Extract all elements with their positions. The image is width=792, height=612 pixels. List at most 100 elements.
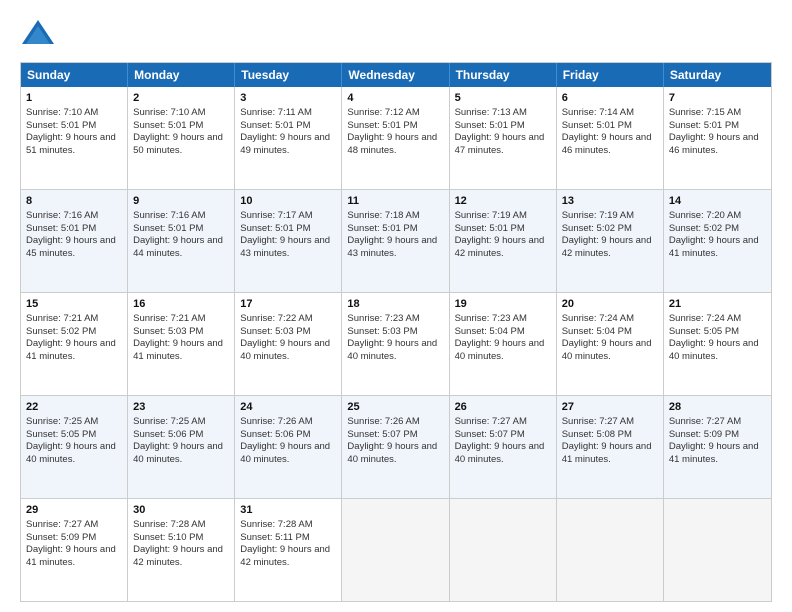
cell-info: Sunrise: 7:25 AMSunset: 5:06 PMDaylight:… (133, 416, 223, 465)
day-number: 4 (347, 91, 443, 106)
empty-cell (664, 499, 771, 601)
cell-info: Sunrise: 7:24 AMSunset: 5:04 PMDaylight:… (562, 313, 652, 362)
day-cell-14: 14 Sunrise: 7:20 AMSunset: 5:02 PMDaylig… (664, 190, 771, 292)
day-number: 10 (240, 194, 336, 209)
day-number: 29 (26, 503, 122, 518)
cell-info: Sunrise: 7:10 AMSunset: 5:01 PMDaylight:… (133, 107, 223, 156)
empty-cell (557, 499, 664, 601)
cell-info: Sunrise: 7:12 AMSunset: 5:01 PMDaylight:… (347, 107, 437, 156)
day-cell-7: 7 Sunrise: 7:15 AMSunset: 5:01 PMDayligh… (664, 87, 771, 189)
day-number: 31 (240, 503, 336, 518)
day-number: 1 (26, 91, 122, 106)
day-number: 19 (455, 297, 551, 312)
cell-info: Sunrise: 7:16 AMSunset: 5:01 PMDaylight:… (26, 210, 116, 259)
day-cell-5: 5 Sunrise: 7:13 AMSunset: 5:01 PMDayligh… (450, 87, 557, 189)
calendar-row-2: 8 Sunrise: 7:16 AMSunset: 5:01 PMDayligh… (21, 189, 771, 292)
cell-info: Sunrise: 7:22 AMSunset: 5:03 PMDaylight:… (240, 313, 330, 362)
weekday-header-thursday: Thursday (450, 63, 557, 87)
cell-info: Sunrise: 7:23 AMSunset: 5:03 PMDaylight:… (347, 313, 437, 362)
cell-info: Sunrise: 7:26 AMSunset: 5:07 PMDaylight:… (347, 416, 437, 465)
day-number: 22 (26, 400, 122, 415)
day-number: 2 (133, 91, 229, 106)
day-number: 26 (455, 400, 551, 415)
day-cell-15: 15 Sunrise: 7:21 AMSunset: 5:02 PMDaylig… (21, 293, 128, 395)
day-cell-4: 4 Sunrise: 7:12 AMSunset: 5:01 PMDayligh… (342, 87, 449, 189)
day-cell-9: 9 Sunrise: 7:16 AMSunset: 5:01 PMDayligh… (128, 190, 235, 292)
cell-info: Sunrise: 7:21 AMSunset: 5:02 PMDaylight:… (26, 313, 116, 362)
day-cell-3: 3 Sunrise: 7:11 AMSunset: 5:01 PMDayligh… (235, 87, 342, 189)
cell-info: Sunrise: 7:27 AMSunset: 5:09 PMDaylight:… (669, 416, 759, 465)
day-number: 27 (562, 400, 658, 415)
day-number: 24 (240, 400, 336, 415)
day-cell-25: 25 Sunrise: 7:26 AMSunset: 5:07 PMDaylig… (342, 396, 449, 498)
day-cell-8: 8 Sunrise: 7:16 AMSunset: 5:01 PMDayligh… (21, 190, 128, 292)
day-cell-17: 17 Sunrise: 7:22 AMSunset: 5:03 PMDaylig… (235, 293, 342, 395)
day-number: 18 (347, 297, 443, 312)
cell-info: Sunrise: 7:11 AMSunset: 5:01 PMDaylight:… (240, 107, 330, 156)
day-cell-29: 29 Sunrise: 7:27 AMSunset: 5:09 PMDaylig… (21, 499, 128, 601)
weekday-header-monday: Monday (128, 63, 235, 87)
day-number: 15 (26, 297, 122, 312)
day-number: 14 (669, 194, 766, 209)
logo (20, 16, 60, 52)
cell-info: Sunrise: 7:19 AMSunset: 5:01 PMDaylight:… (455, 210, 545, 259)
day-number: 16 (133, 297, 229, 312)
cell-info: Sunrise: 7:23 AMSunset: 5:04 PMDaylight:… (455, 313, 545, 362)
day-cell-6: 6 Sunrise: 7:14 AMSunset: 5:01 PMDayligh… (557, 87, 664, 189)
calendar: SundayMondayTuesdayWednesdayThursdayFrid… (20, 62, 772, 602)
empty-cell (450, 499, 557, 601)
weekday-header-tuesday: Tuesday (235, 63, 342, 87)
day-number: 11 (347, 194, 443, 209)
cell-info: Sunrise: 7:19 AMSunset: 5:02 PMDaylight:… (562, 210, 652, 259)
cell-info: Sunrise: 7:10 AMSunset: 5:01 PMDaylight:… (26, 107, 116, 156)
cell-info: Sunrise: 7:27 AMSunset: 5:07 PMDaylight:… (455, 416, 545, 465)
day-cell-22: 22 Sunrise: 7:25 AMSunset: 5:05 PMDaylig… (21, 396, 128, 498)
weekday-header-friday: Friday (557, 63, 664, 87)
day-number: 23 (133, 400, 229, 415)
day-cell-20: 20 Sunrise: 7:24 AMSunset: 5:04 PMDaylig… (557, 293, 664, 395)
day-number: 12 (455, 194, 551, 209)
weekday-header-sunday: Sunday (21, 63, 128, 87)
day-cell-31: 31 Sunrise: 7:28 AMSunset: 5:11 PMDaylig… (235, 499, 342, 601)
day-cell-1: 1 Sunrise: 7:10 AMSunset: 5:01 PMDayligh… (21, 87, 128, 189)
day-cell-26: 26 Sunrise: 7:27 AMSunset: 5:07 PMDaylig… (450, 396, 557, 498)
header (20, 16, 772, 52)
weekday-header-wednesday: Wednesday (342, 63, 449, 87)
cell-info: Sunrise: 7:13 AMSunset: 5:01 PMDaylight:… (455, 107, 545, 156)
day-number: 13 (562, 194, 658, 209)
day-cell-11: 11 Sunrise: 7:18 AMSunset: 5:01 PMDaylig… (342, 190, 449, 292)
day-cell-24: 24 Sunrise: 7:26 AMSunset: 5:06 PMDaylig… (235, 396, 342, 498)
day-cell-27: 27 Sunrise: 7:27 AMSunset: 5:08 PMDaylig… (557, 396, 664, 498)
cell-info: Sunrise: 7:16 AMSunset: 5:01 PMDaylight:… (133, 210, 223, 259)
day-number: 30 (133, 503, 229, 518)
day-number: 7 (669, 91, 766, 106)
day-number: 8 (26, 194, 122, 209)
calendar-body: 1 Sunrise: 7:10 AMSunset: 5:01 PMDayligh… (21, 87, 771, 601)
cell-info: Sunrise: 7:17 AMSunset: 5:01 PMDaylight:… (240, 210, 330, 259)
day-cell-28: 28 Sunrise: 7:27 AMSunset: 5:09 PMDaylig… (664, 396, 771, 498)
cell-info: Sunrise: 7:18 AMSunset: 5:01 PMDaylight:… (347, 210, 437, 259)
day-cell-23: 23 Sunrise: 7:25 AMSunset: 5:06 PMDaylig… (128, 396, 235, 498)
day-cell-16: 16 Sunrise: 7:21 AMSunset: 5:03 PMDaylig… (128, 293, 235, 395)
cell-info: Sunrise: 7:15 AMSunset: 5:01 PMDaylight:… (669, 107, 759, 156)
day-cell-19: 19 Sunrise: 7:23 AMSunset: 5:04 PMDaylig… (450, 293, 557, 395)
day-number: 5 (455, 91, 551, 106)
day-number: 20 (562, 297, 658, 312)
cell-info: Sunrise: 7:27 AMSunset: 5:08 PMDaylight:… (562, 416, 652, 465)
cell-info: Sunrise: 7:25 AMSunset: 5:05 PMDaylight:… (26, 416, 116, 465)
day-number: 3 (240, 91, 336, 106)
calendar-header: SundayMondayTuesdayWednesdayThursdayFrid… (21, 63, 771, 87)
day-cell-18: 18 Sunrise: 7:23 AMSunset: 5:03 PMDaylig… (342, 293, 449, 395)
cell-info: Sunrise: 7:28 AMSunset: 5:11 PMDaylight:… (240, 519, 330, 568)
calendar-row-1: 1 Sunrise: 7:10 AMSunset: 5:01 PMDayligh… (21, 87, 771, 189)
cell-info: Sunrise: 7:26 AMSunset: 5:06 PMDaylight:… (240, 416, 330, 465)
calendar-row-3: 15 Sunrise: 7:21 AMSunset: 5:02 PMDaylig… (21, 292, 771, 395)
day-number: 17 (240, 297, 336, 312)
day-number: 28 (669, 400, 766, 415)
cell-info: Sunrise: 7:27 AMSunset: 5:09 PMDaylight:… (26, 519, 116, 568)
day-number: 21 (669, 297, 766, 312)
cell-info: Sunrise: 7:24 AMSunset: 5:05 PMDaylight:… (669, 313, 759, 362)
calendar-row-4: 22 Sunrise: 7:25 AMSunset: 5:05 PMDaylig… (21, 395, 771, 498)
cell-info: Sunrise: 7:21 AMSunset: 5:03 PMDaylight:… (133, 313, 223, 362)
cell-info: Sunrise: 7:14 AMSunset: 5:01 PMDaylight:… (562, 107, 652, 156)
